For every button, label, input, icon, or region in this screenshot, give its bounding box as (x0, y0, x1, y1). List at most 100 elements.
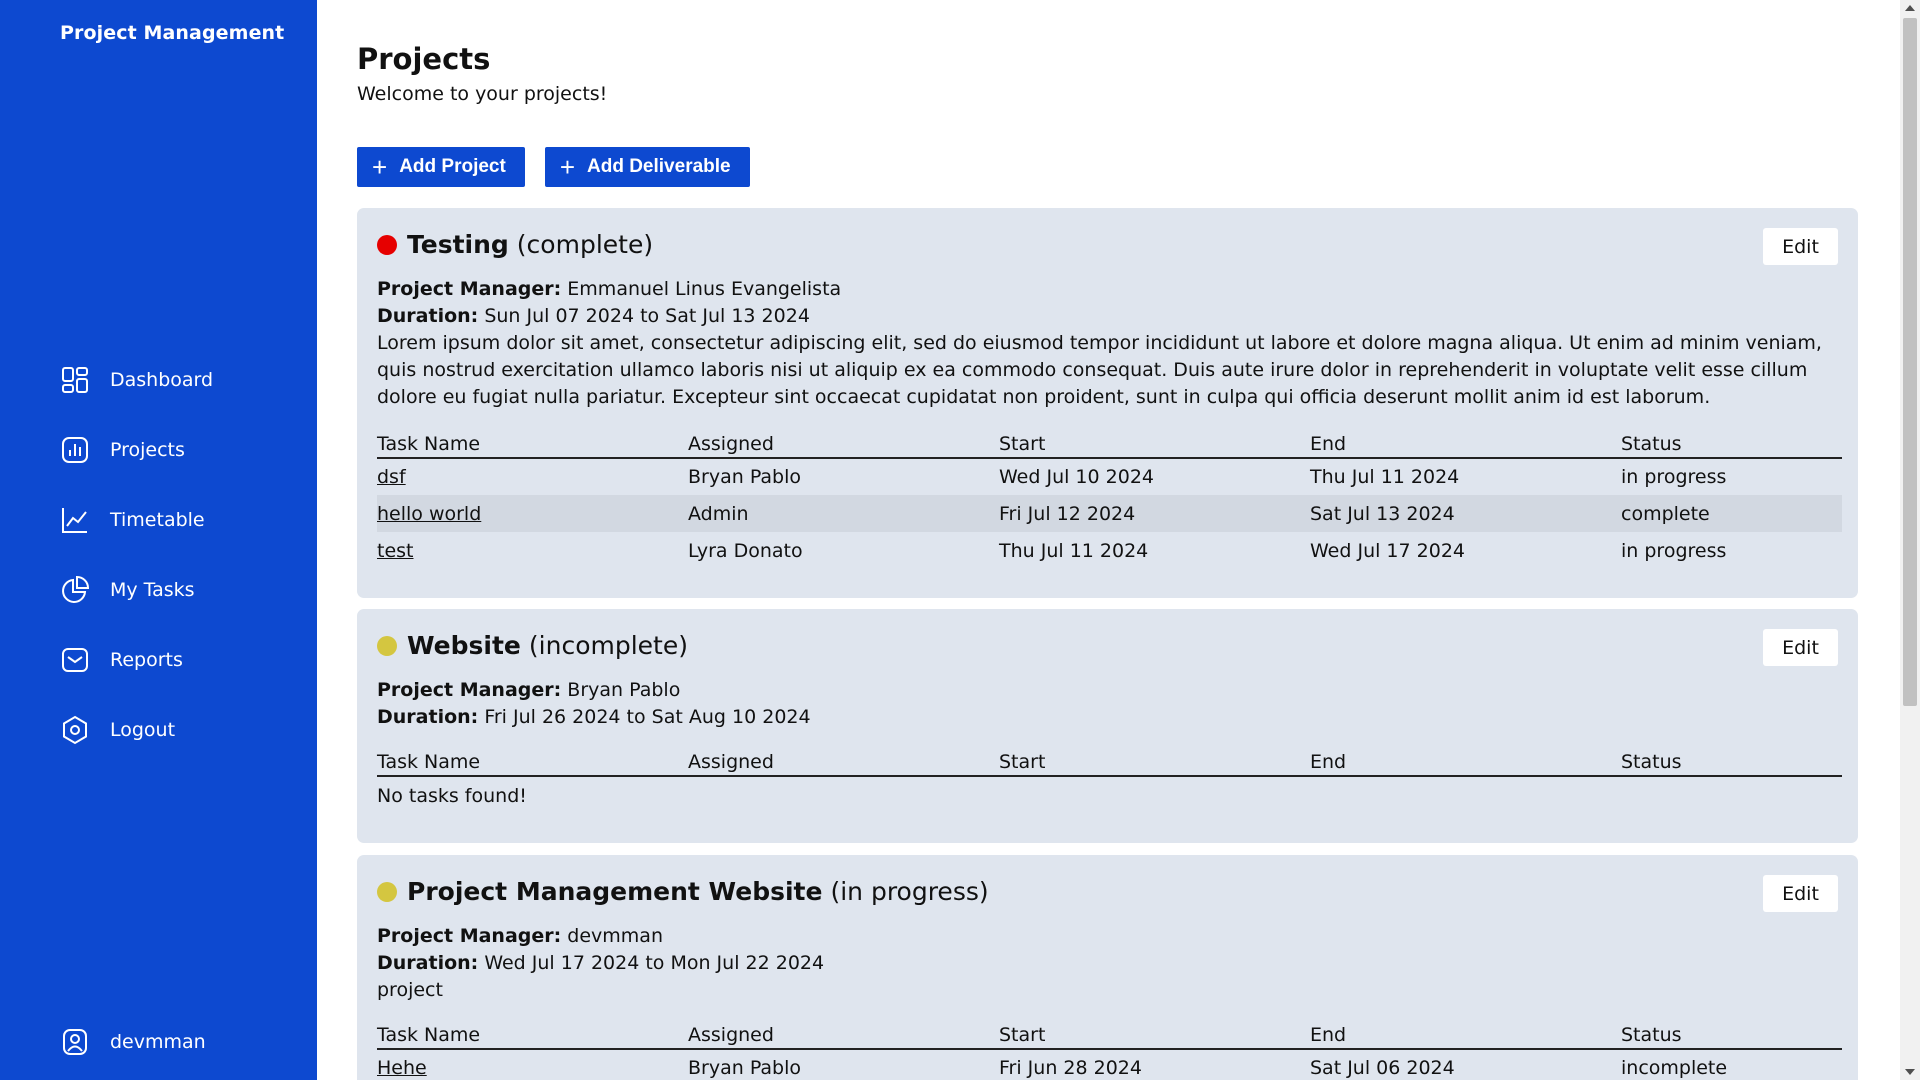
hexagon-icon (60, 715, 90, 745)
sidebar-item-projects[interactable]: Projects (0, 415, 317, 485)
plus-icon: + (559, 152, 575, 182)
task-start: Thu Jul 11 2024 (999, 539, 1149, 562)
task-start: Wed Jul 10 2024 (999, 466, 1154, 488)
project-header: Website (incomplete) (377, 631, 688, 660)
status-dot (377, 234, 397, 255)
task-status: in progress (1621, 539, 1727, 562)
add-project-button[interactable]: + Add Project (357, 147, 525, 187)
task-link[interactable]: test (377, 540, 414, 562)
sidebar-item-label: Logout (110, 719, 176, 741)
project-manager-label: Project Manager: (377, 278, 562, 300)
table-row: Hehe Bryan Pablo Fri Jun 28 2024 Sat Jul… (377, 1049, 1842, 1080)
column-header: End (1310, 749, 1621, 777)
task-link[interactable]: hello world (377, 503, 481, 525)
mail-icon (60, 645, 90, 675)
project-duration-label: Duration: (377, 305, 479, 327)
task-start: Fri Jun 28 2024 (999, 1057, 1142, 1079)
scroll-up-arrow-icon[interactable] (1905, 5, 1915, 11)
edit-project-button[interactable]: Edit (1763, 629, 1838, 666)
column-header: Assigned (688, 1022, 999, 1050)
bar-chart-icon (60, 435, 90, 465)
sidebar-item-label: Projects (110, 439, 185, 461)
task-assigned: Admin (688, 495, 999, 532)
project-manager-label: Project Manager: (377, 925, 562, 947)
column-header: End (1310, 1022, 1621, 1050)
project-description: Lorem ipsum dolor sit amet, consectetur … (377, 332, 1822, 408)
project-manager: Emmanuel Linus Evangelista (567, 278, 842, 300)
project-manager: devmman (567, 925, 663, 947)
sidebar-item-dashboard[interactable]: Dashboard (0, 345, 317, 415)
task-link[interactable]: Hehe (377, 1057, 427, 1079)
task-assigned: Bryan Pablo (688, 1057, 802, 1079)
sidebar: Project Management Dashboard Projects Ti… (0, 0, 317, 1080)
project-state: (complete) (516, 230, 654, 259)
user-name: devmman (110, 1031, 206, 1053)
sidebar-nav: Dashboard Projects Timetable My Tasks Re… (0, 345, 317, 765)
table-row: test Lyra Donato Thu Jul 11 2024 Wed Jul… (377, 532, 1842, 569)
project-state: (in progress) (830, 877, 989, 906)
action-bar: + Add Project + Add Deliverable (357, 147, 750, 187)
column-header: Task Name (377, 431, 688, 459)
sidebar-item-my-tasks[interactable]: My Tasks (0, 555, 317, 625)
project-manager: Bryan Pablo (567, 679, 681, 701)
add-project-label: Add Project (399, 156, 506, 177)
sidebar-item-label: Timetable (110, 509, 205, 531)
task-end: Wed Jul 17 2024 (1310, 539, 1465, 562)
project-header: Testing (complete) (377, 230, 653, 259)
tasks-table: Task Name Assigned Start End Status Hehe… (377, 1022, 1842, 1080)
task-status: in progress (1621, 466, 1727, 488)
project-duration-line: Duration: Wed Jul 17 2024 to Mon Jul 22 … (377, 950, 824, 977)
status-dot (377, 881, 397, 902)
line-chart-icon (60, 505, 90, 535)
column-header: Assigned (688, 431, 999, 459)
scroll-down-arrow-icon[interactable] (1905, 1069, 1915, 1075)
task-status: incomplete (1621, 1057, 1728, 1079)
add-deliverable-label: Add Deliverable (587, 156, 731, 177)
project-name: Testing (407, 230, 509, 259)
app-brand[interactable]: Project Management (60, 22, 284, 44)
column-header: Assigned (688, 749, 999, 777)
sidebar-item-logout[interactable]: Logout (0, 695, 317, 765)
edit-project-button[interactable]: Edit (1763, 875, 1838, 912)
vertical-scrollbar[interactable] (1900, 0, 1920, 1080)
sidebar-item-reports[interactable]: Reports (0, 625, 317, 695)
column-header: End (1310, 431, 1621, 459)
column-header: Status (1621, 1022, 1842, 1050)
tasks-table: Task Name Assigned Start End Status dsf … (377, 431, 1842, 569)
user-badge-icon (60, 1027, 90, 1057)
table-row: hello world Admin Fri Jul 12 2024 Sat Ju… (377, 495, 1842, 532)
sidebar-item-label: Reports (110, 649, 183, 671)
project-card: Website (incomplete) Edit Project Manage… (357, 609, 1858, 843)
column-header: Status (1621, 749, 1842, 777)
add-deliverable-button[interactable]: + Add Deliverable (544, 147, 750, 187)
empty-tasks-message: No tasks found! (377, 785, 527, 807)
project-duration-label: Duration: (377, 706, 479, 728)
table-header-row: Task Name Assigned Start End Status (377, 749, 1842, 777)
pie-chart-icon (60, 575, 90, 605)
task-end: Thu Jul 11 2024 (1310, 466, 1460, 488)
project-manager-line: Project Manager: devmman (377, 923, 663, 950)
project-card: Project Management Website (in progress)… (357, 855, 1858, 1080)
table-header-row: Task Name Assigned Start End Status (377, 1022, 1842, 1050)
project-manager-label: Project Manager: (377, 679, 562, 701)
project-duration-line: Duration: Sun Jul 07 2024 to Sat Jul 13 … (377, 303, 810, 330)
edit-project-button[interactable]: Edit (1763, 228, 1838, 265)
project-duration: Sun Jul 07 2024 to Sat Jul 13 2024 (484, 305, 810, 327)
project-manager-line: Project Manager: Bryan Pablo (377, 677, 680, 704)
column-header: Task Name (377, 1022, 688, 1050)
tasks-table: Task Name Assigned Start End Status (377, 749, 1842, 777)
scrollbar-thumb[interactable] (1903, 18, 1917, 706)
project-duration-label: Duration: (377, 952, 479, 974)
column-header: Status (1621, 431, 1842, 459)
table-header-row: Task Name Assigned Start End Status (377, 431, 1842, 459)
current-user[interactable]: devmman (60, 1027, 206, 1057)
sidebar-item-label: Dashboard (110, 369, 214, 391)
project-duration: Fri Jul 26 2024 to Sat Aug 10 2024 (484, 706, 811, 728)
sidebar-item-timetable[interactable]: Timetable (0, 485, 317, 555)
table-row: dsf Bryan Pablo Wed Jul 10 2024 Thu Jul … (377, 458, 1842, 495)
project-name: Website (407, 631, 521, 660)
task-link[interactable]: dsf (377, 466, 406, 488)
column-header: Task Name (377, 749, 688, 777)
project-duration: Wed Jul 17 2024 to Mon Jul 22 2024 (484, 952, 825, 974)
task-assigned: Bryan Pablo (688, 466, 802, 488)
